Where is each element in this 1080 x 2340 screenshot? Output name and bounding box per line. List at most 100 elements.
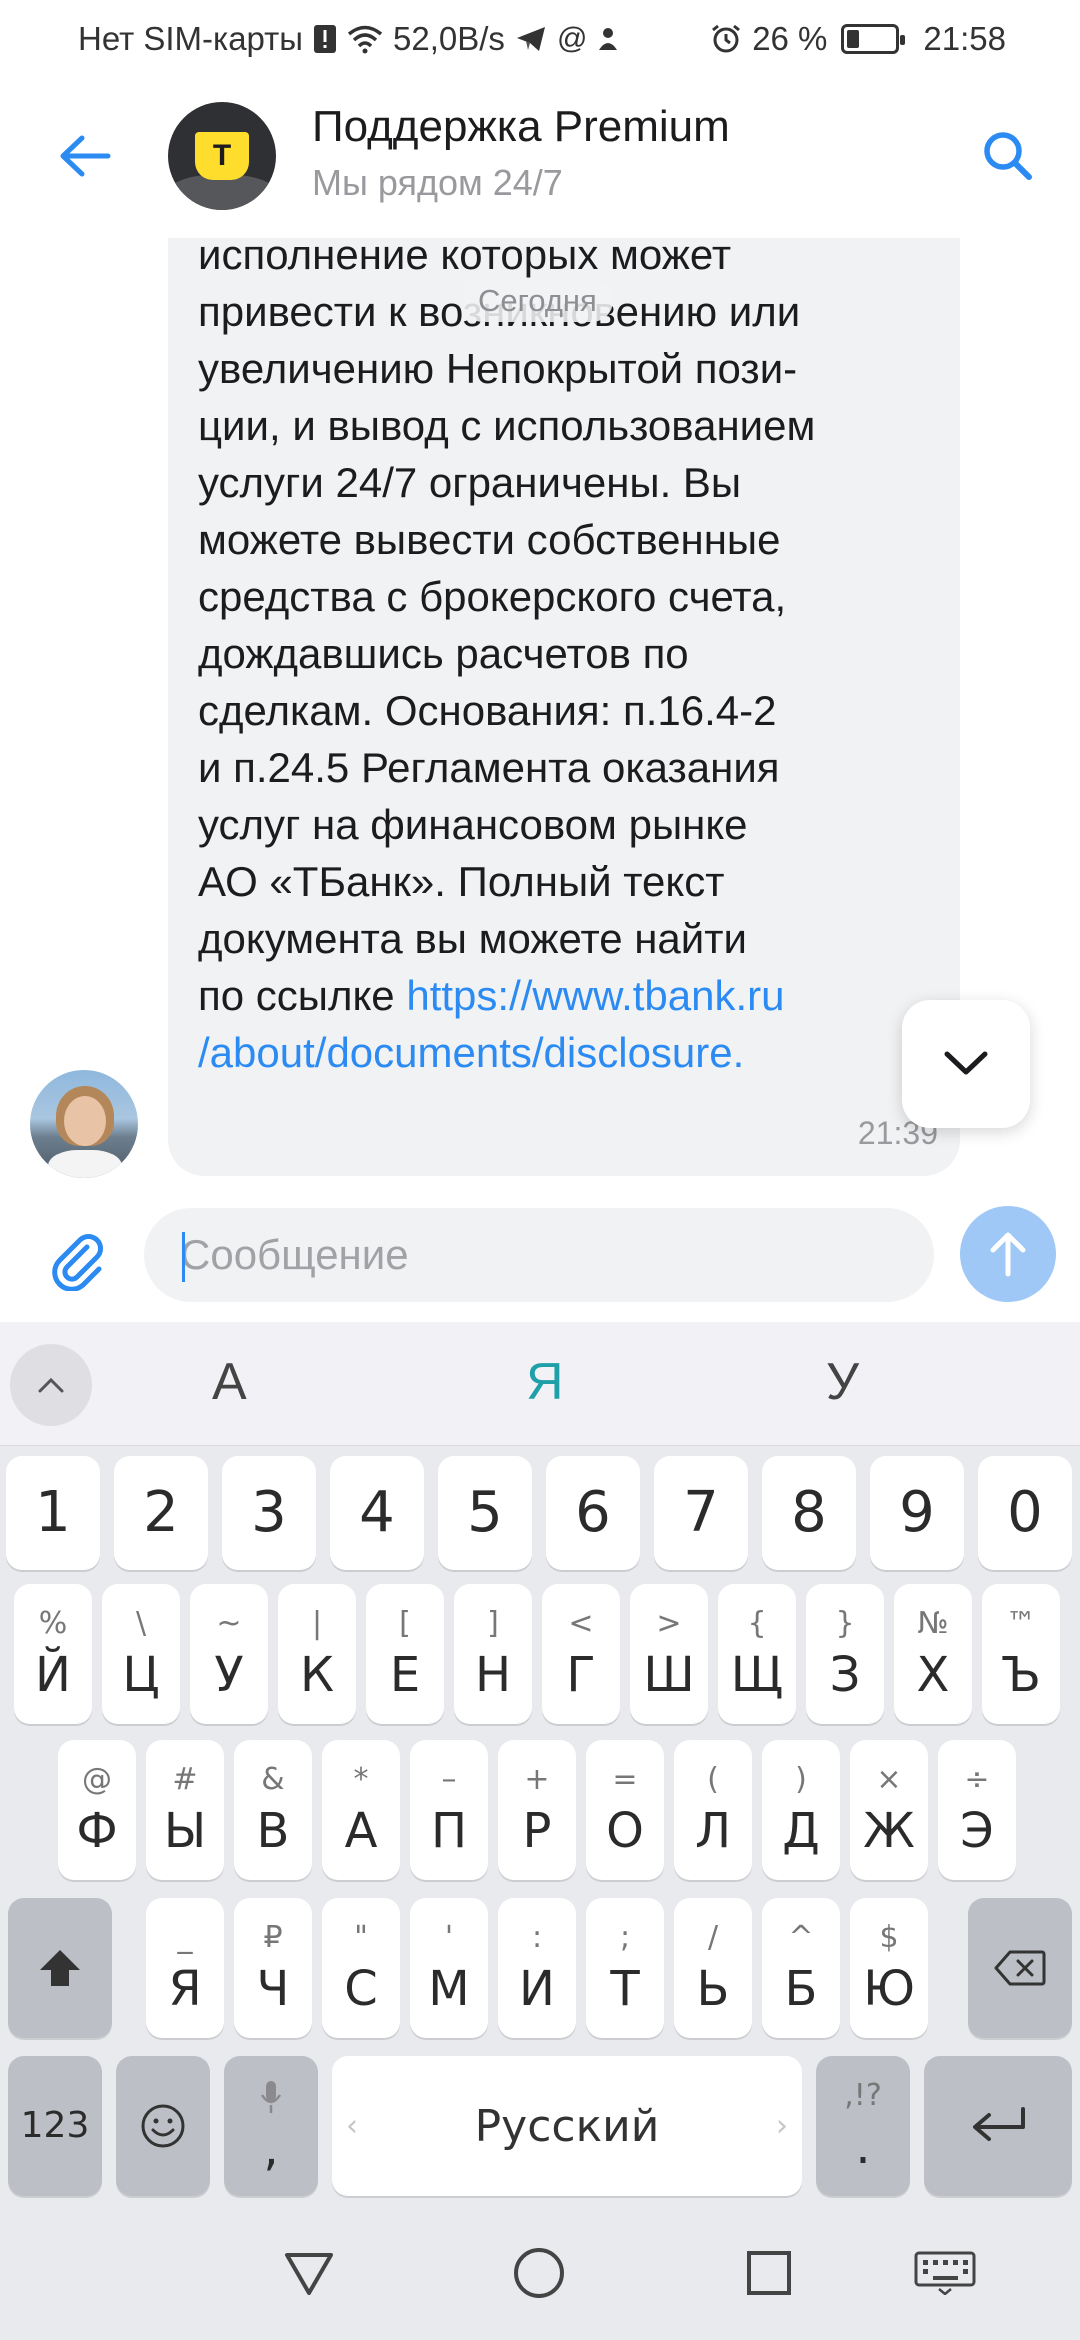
keyboard-icon (914, 2251, 976, 2295)
key-label: 1 (35, 1480, 71, 1545)
nav-back-button[interactable] (274, 2238, 344, 2308)
key-б[interactable]: ^ Б (762, 1898, 840, 2038)
key-6[interactable]: 6 (546, 1456, 640, 1570)
key-ч[interactable]: ₽ Ч (234, 1898, 312, 2038)
key-label: 6 (575, 1480, 611, 1545)
key-ь[interactable]: / Ь (674, 1898, 752, 2038)
key-д[interactable]: ) Д (762, 1740, 840, 1880)
key-ц[interactable]: \ Ц (102, 1584, 180, 1724)
send-button[interactable] (960, 1206, 1056, 1302)
key-label: Ч (256, 1961, 290, 2017)
key-х[interactable]: № Х (894, 1584, 972, 1724)
key-и[interactable]: :И (498, 1898, 576, 2038)
key-й[interactable]: % Й (14, 1584, 92, 1724)
disclosure-link-continued[interactable]: /about/documents/disclosure. (198, 1029, 744, 1076)
key-sub: * (353, 1762, 369, 1797)
key-л[interactable]: (Л (674, 1740, 752, 1880)
nav-recents-button[interactable] (734, 2238, 804, 2308)
collapse-suggestions-button[interactable] (10, 1344, 92, 1426)
key-с[interactable]: " С (322, 1898, 400, 2038)
key-я[interactable]: _ Я (146, 1898, 224, 2038)
sim-alert-icon (313, 24, 337, 54)
message-input[interactable] (144, 1208, 934, 1302)
comma-key[interactable]: , (224, 2056, 318, 2196)
key-label: Д (782, 1803, 820, 1859)
key-м[interactable]: ' М (410, 1898, 488, 2038)
scroll-down-button[interactable] (902, 1000, 1030, 1128)
suggestion-3[interactable]: У (826, 1352, 859, 1412)
message-line: и п.24.5 Регламента оказания (198, 744, 780, 791)
message-line: ции, и вывод с использованием (198, 402, 816, 449)
key-щ[interactable]: {Щ (718, 1584, 796, 1724)
key-label: 123 (20, 2105, 90, 2146)
suggestion-1[interactable]: А (212, 1352, 247, 1412)
key-sub: $ (879, 1920, 899, 1955)
key-1[interactable]: 1 (6, 1456, 100, 1570)
key-т[interactable]: ; Т (586, 1898, 664, 2038)
chat-area[interactable]: исполнение которых можетпривести к возни… (0, 238, 1080, 1198)
user-avatar[interactable] (30, 1070, 138, 1178)
search-button[interactable] (972, 120, 1042, 190)
key-sub: № (917, 1606, 949, 1641)
key-0[interactable]: 0 (978, 1456, 1072, 1570)
shift-key[interactable] (8, 1898, 112, 2038)
key-г[interactable]: < Г (542, 1584, 620, 1724)
search-icon (984, 132, 1032, 180)
space-key[interactable]: ‹ Русский › (332, 2056, 802, 2196)
shift-icon (40, 1950, 80, 1986)
backspace-icon (994, 1950, 1046, 1986)
nav-home-button[interactable] (504, 2238, 574, 2308)
key-sub: + (524, 1762, 550, 1797)
backspace-key[interactable] (968, 1898, 1072, 2038)
key-у[interactable]: ~ У (190, 1584, 268, 1724)
message-line: документа вы можете найти (198, 915, 747, 962)
key-р[interactable]: + Р (498, 1740, 576, 1880)
key-е[interactable]: [Е (366, 1584, 444, 1724)
key-label: 5 (467, 1480, 503, 1545)
key-8[interactable]: 8 (762, 1456, 856, 1570)
back-button[interactable] (50, 116, 120, 196)
key-в[interactable]: & В (234, 1740, 312, 1880)
key-а[interactable]: * А (322, 1740, 400, 1880)
key-3[interactable]: 3 (222, 1456, 316, 1570)
key-sub: ÷ (964, 1762, 990, 1797)
key-2[interactable]: 2 (114, 1456, 208, 1570)
key-э[interactable]: ÷ Э (938, 1740, 1016, 1880)
period-key[interactable]: ,!? . (816, 2056, 910, 2196)
battery-percent: 26 % (752, 20, 828, 57)
disclosure-link[interactable]: https://www.tbank.ru (406, 972, 784, 1019)
key-н[interactable]: ] Н (454, 1584, 532, 1724)
key-о[interactable]: = О (586, 1740, 664, 1880)
emoji-key[interactable] (116, 2056, 210, 2196)
key-ы[interactable]: # Ы (146, 1740, 224, 1880)
key-5[interactable]: 5 (438, 1456, 532, 1570)
carrier-label: Нет SIM-карты (78, 20, 304, 57)
key-label: , (263, 2121, 279, 2177)
key-ж[interactable]: × Ж (850, 1740, 928, 1880)
key-ф[interactable]: @ Ф (58, 1740, 136, 1880)
numbers-key[interactable]: 123 (8, 2056, 102, 2196)
key-sub: @ (82, 1762, 112, 1797)
attach-button[interactable] (38, 1220, 118, 1300)
key-7[interactable]: 7 (654, 1456, 748, 1570)
key-4[interactable]: 4 (330, 1456, 424, 1570)
chat-title[interactable]: Поддержка Premium (312, 102, 730, 152)
link-prefix: по ссылке (198, 972, 407, 1019)
chat-subtitle: Мы рядом 24/7 (312, 162, 563, 203)
key-ъ[interactable]: ™ Ъ (982, 1584, 1060, 1724)
key-к[interactable]: | К (278, 1584, 356, 1724)
bank-avatar[interactable]: T (168, 102, 276, 210)
suggestion-2[interactable]: Я (526, 1352, 564, 1412)
key-ш[interactable]: > Ш (630, 1584, 708, 1724)
key-ю[interactable]: $ Ю (850, 1898, 928, 2038)
status-bar: Нет SIM-карты 52,0B/s @ 26 % 21:58 (0, 0, 1080, 78)
enter-key[interactable] (924, 2056, 1072, 2196)
key-label: Р (522, 1803, 552, 1859)
key-п[interactable]: – П (410, 1740, 488, 1880)
keyboard-hide-button[interactable] (910, 2238, 980, 2308)
paperclip-icon (52, 1234, 103, 1291)
key-9[interactable]: 9 (870, 1456, 964, 1570)
key-з[interactable]: } З (806, 1584, 884, 1724)
message-bubble[interactable]: исполнение которых можетпривести к возни… (168, 238, 960, 1176)
key-label: Ш (643, 1647, 695, 1703)
